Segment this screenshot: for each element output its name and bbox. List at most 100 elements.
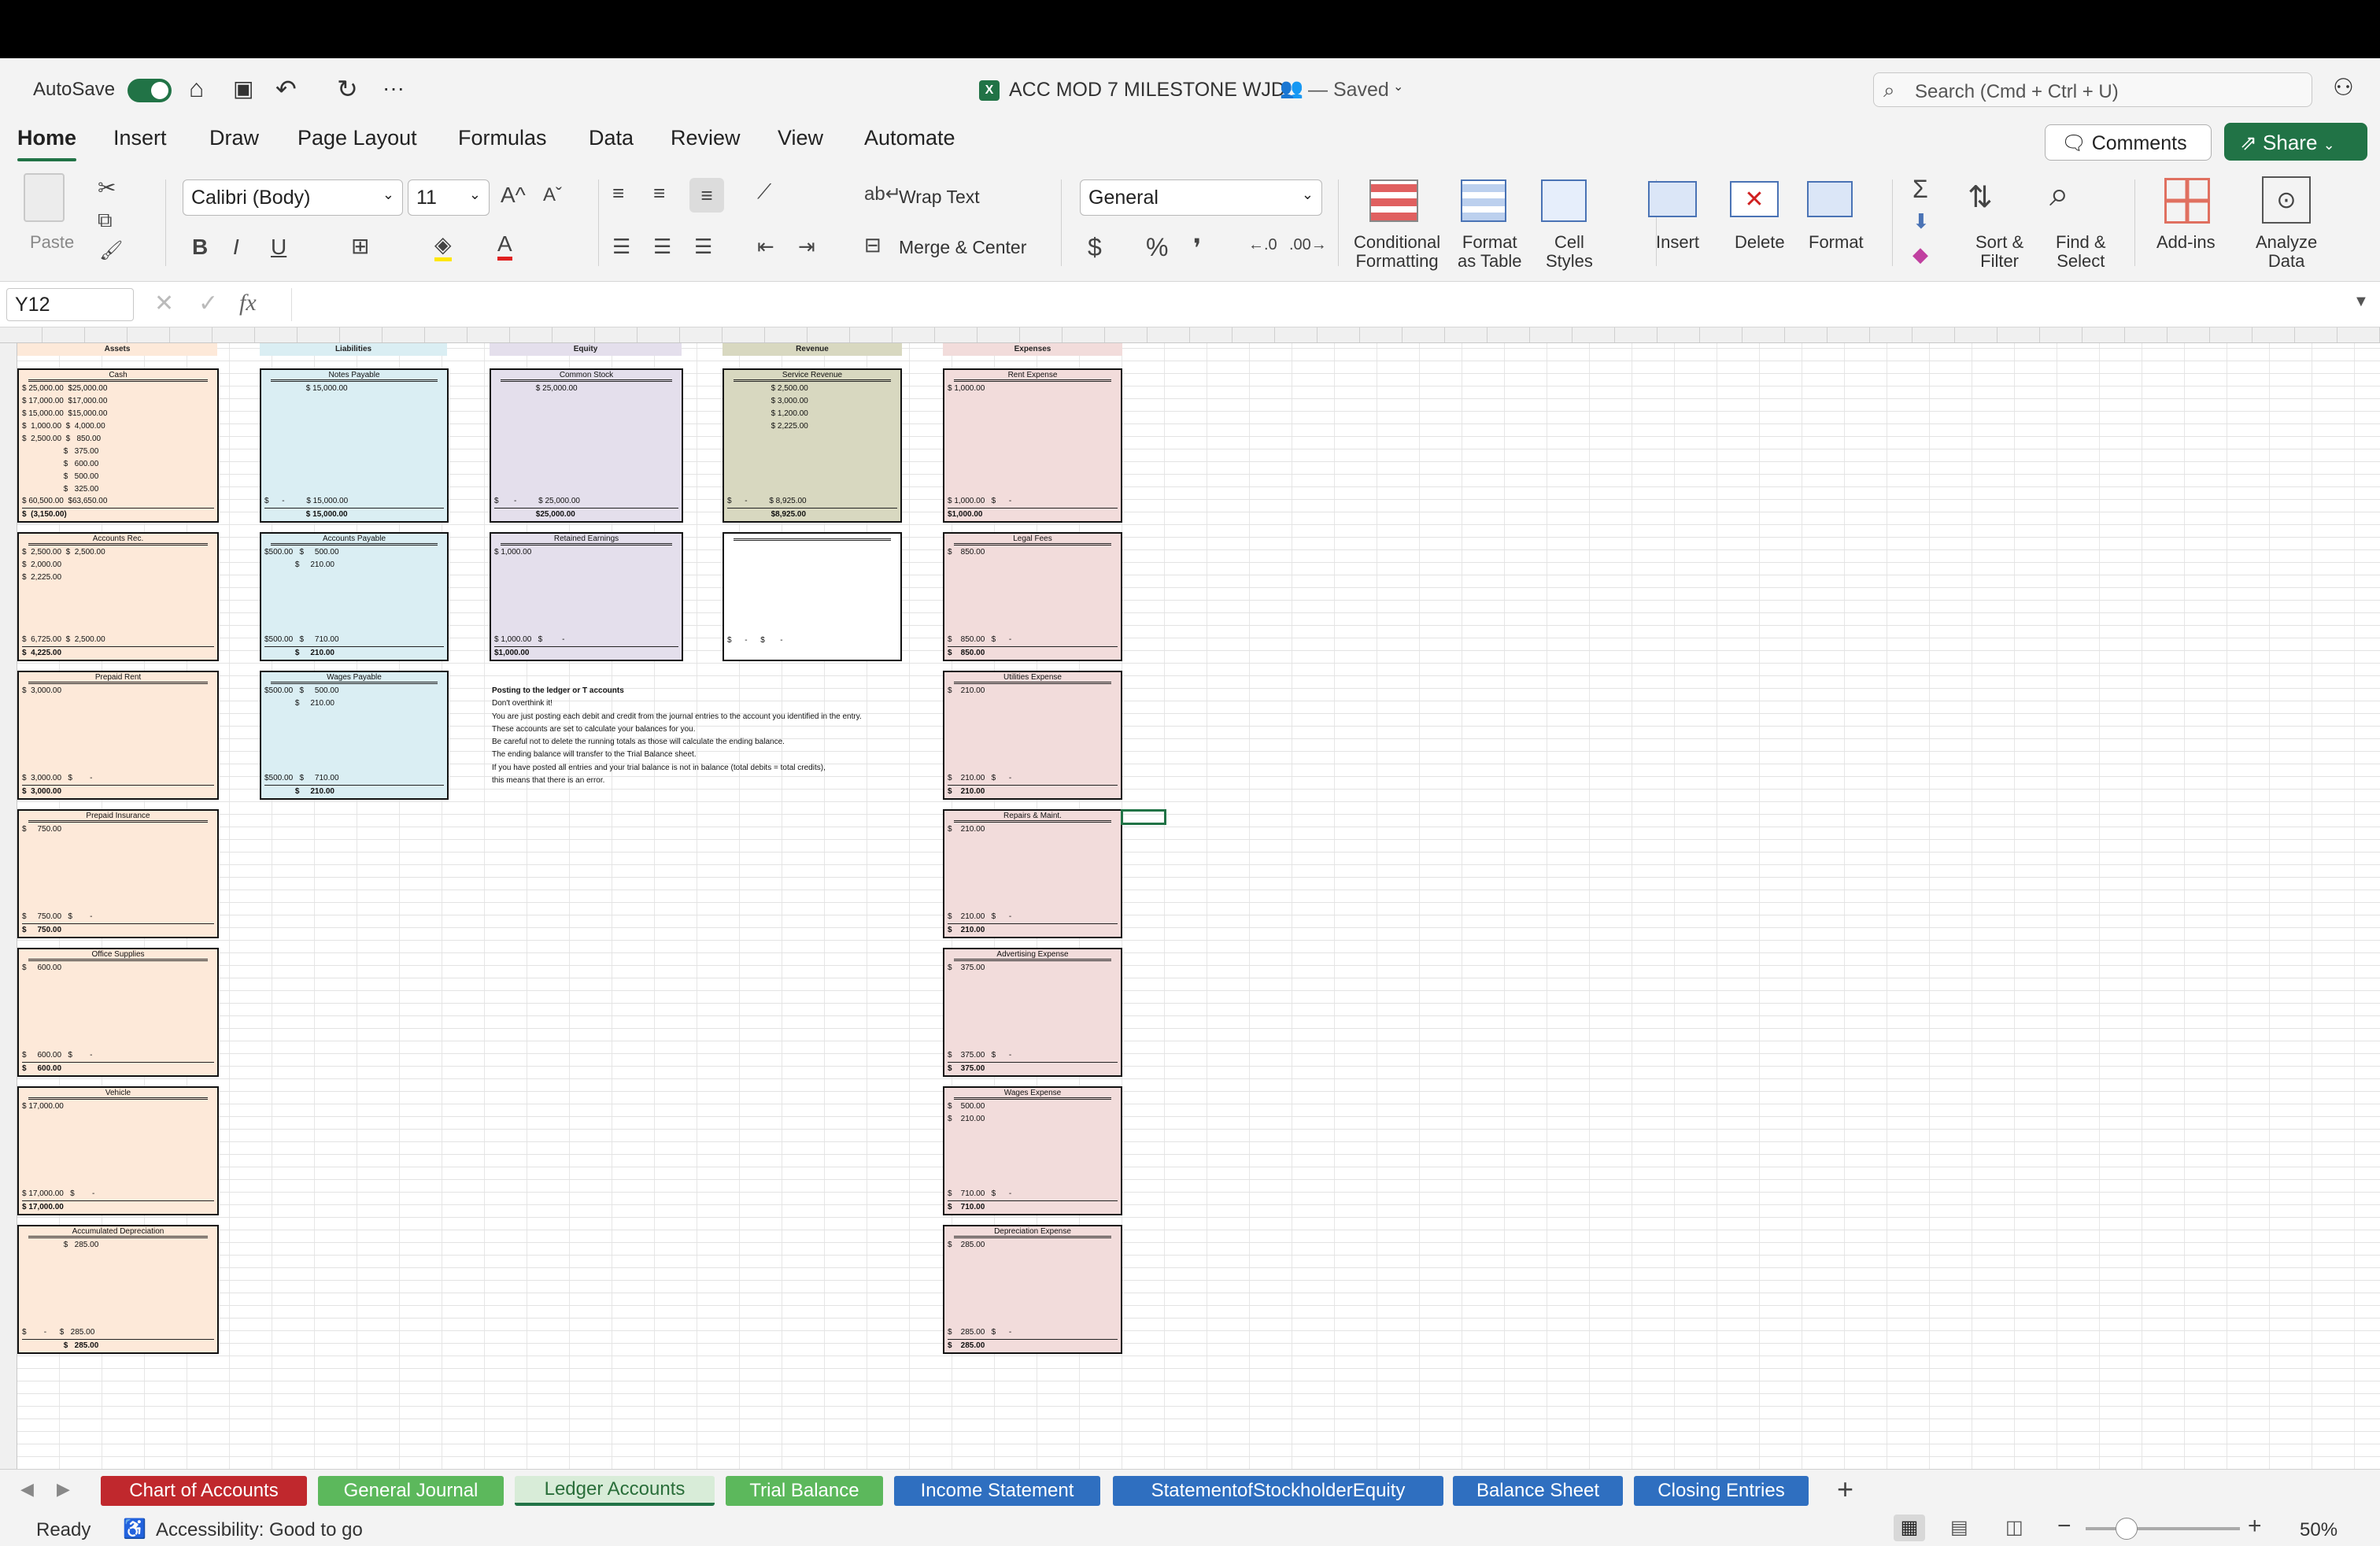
font-name-select[interactable]: Calibri (Body) ⌄ [183,179,403,216]
orientation-icon[interactable]: ⟋ [757,179,771,205]
formula-input[interactable] [291,288,2353,321]
chevron-down-icon[interactable]: ⌄ [2323,137,2335,153]
analyze-data-icon[interactable]: ⊙ [2262,176,2311,224]
tab-view[interactable]: View [778,126,823,150]
paste-button[interactable] [24,173,65,222]
header-assets[interactable]: Assets [17,343,217,356]
autosave-toggle[interactable] [128,79,172,102]
decrease-font-icon[interactable]: Aˇ [543,184,562,206]
t-account-vehicle[interactable]: Vehicle $ 17,000.00 $ 17,000.00 $ - $ 17,… [17,1086,219,1215]
t-account-office-supplies[interactable]: Office Supplies $ 600.00 $ 600.00 $ - $ 6… [17,948,219,1077]
align-middle-icon[interactable]: ≡ [653,181,665,205]
header-equity[interactable]: Equity [490,343,682,356]
cell-styles-icon[interactable] [1541,179,1587,222]
format-painter-icon[interactable]: 🖌 [99,239,123,262]
fill-color-icon[interactable]: ◈ [434,231,452,261]
bold-icon[interactable]: B [192,235,208,260]
comma-icon[interactable]: ❜ [1193,233,1201,263]
format-as-table-button[interactable]: Format as Table [1458,233,1522,271]
sort-filter-button[interactable]: Sort & Filter [1975,233,2023,271]
accessibility-status[interactable]: Accessibility: Good to go [156,1519,363,1541]
tab-automate[interactable]: Automate [864,126,955,150]
scroll-left-icon[interactable]: ◀ [20,1479,34,1500]
t-account-cash[interactable]: Cash $ 25,000.00 $25,000.00 $ 17,000.00 … [17,368,219,523]
t-account-accounts-rec[interactable]: Accounts Rec. $ 2,500.00 $ 2,500.00 $ 2,… [17,532,219,661]
t-account-rent-expense[interactable]: Rent Expense $ 1,000.00 $ 1,000.00 $ - $1… [943,368,1122,523]
tab-data[interactable]: Data [589,126,634,150]
insert-cells-icon[interactable] [1648,181,1697,217]
redo-icon[interactable]: ↻ [337,74,358,104]
increase-decimal-icon[interactable]: ←.0 [1248,236,1277,254]
increase-indent-icon[interactable]: ⇥ [798,235,815,259]
copy-icon[interactable]: ⧉ [98,208,113,233]
row-headers[interactable] [0,343,17,1469]
name-box[interactable]: Y12 [6,288,134,321]
column-headers[interactable] [0,327,2380,343]
header-revenue[interactable]: Revenue [722,343,902,356]
save-icon[interactable]: ▣ [233,76,253,102]
zoom-out-icon[interactable]: − [2057,1513,2071,1540]
zoom-slider[interactable] [2086,1518,2240,1540]
scroll-right-icon[interactable]: ▶ [57,1479,70,1500]
increase-font-icon[interactable]: A^ [501,183,526,208]
search-box[interactable]: ⌕ Search (Cmd + Ctrl + U) [1873,72,2312,107]
accessibility-icon[interactable]: ♿ [123,1518,146,1540]
zoom-in-icon[interactable]: + [2248,1513,2262,1540]
sheet-tab-balance-sheet[interactable]: Balance Sheet [1453,1476,1623,1506]
align-top-icon[interactable]: ≡ [612,181,624,205]
tab-formulas[interactable]: Formulas [458,126,547,150]
header-expenses[interactable]: Expenses [943,343,1122,356]
align-bottom-icon[interactable]: ≡ [689,178,724,213]
align-left-icon[interactable]: ☰ [612,235,630,259]
t-account-repairs-maint[interactable]: Repairs & Maint. $ 210.00 $ 210.00 $ - $ … [943,809,1122,938]
t-account-accounts-payable[interactable]: Accounts Payable $500.00 $ 500.00 $ 210.… [260,532,449,661]
header-liabilities[interactable]: Liabilities [260,343,447,356]
clear-icon[interactable]: ◆ [1913,242,1928,267]
t-account-depreciation-expense[interactable]: Depreciation Expense $ 285.00 $ 285.00 $… [943,1225,1122,1354]
t-account-accumulated-depreciation[interactable]: Accumulated Depreciation $ 285.00 $ - $ … [17,1225,219,1354]
format-cells-button[interactable]: Format [1809,233,1864,252]
share-button[interactable]: ⇗ Share ⌄ [2224,123,2367,161]
italic-icon[interactable]: I [233,235,239,260]
find-select-icon[interactable]: ⌕ [2049,175,2069,214]
number-format-select[interactable]: General ⌄ [1080,179,1322,216]
percent-icon[interactable]: % [1146,233,1168,262]
sheet-tab-ledger-accounts[interactable]: Ledger Accounts [515,1476,715,1506]
t-account-utilities-expense[interactable]: Utilities Expense $ 210.00 $ 210.00 $ - $… [943,671,1122,800]
underline-icon[interactable]: U [271,235,286,260]
add-ins-icon[interactable] [2164,178,2210,224]
tab-insert[interactable]: Insert [113,126,167,150]
cell-styles-button[interactable]: Cell Styles [1546,233,1593,271]
page-layout-view-icon[interactable]: ▤ [1950,1516,1968,1539]
t-account-legal-fees[interactable]: Legal Fees $ 850.00 $ 850.00 $ - $ 850.00 [943,532,1122,661]
t-account-blank[interactable]: $ - $ - [722,532,902,661]
align-right-icon[interactable]: ☰ [694,235,712,259]
enter-icon[interactable]: ✓ [198,290,218,317]
tab-home[interactable]: Home [17,126,77,161]
format-as-table-icon[interactable] [1461,179,1506,222]
t-account-advertising-expense[interactable]: Advertising Expense $ 375.00 $ 375.00 $ … [943,948,1122,1077]
sheet-tab-trial-balance[interactable]: Trial Balance [726,1476,883,1506]
worksheet-grid[interactable]: Assets Liabilities Equity Revenue Expens… [0,327,2380,1469]
decrease-decimal-icon[interactable]: .00→ [1289,236,1327,254]
currency-icon[interactable]: $ [1088,233,1102,262]
tab-page-layout[interactable]: Page Layout [298,126,417,150]
decrease-indent-icon[interactable]: ⇤ [757,235,774,259]
t-account-retained-earnings[interactable]: Retained Earnings $ 1,000.00 $ 1,000.00 … [490,532,683,661]
selected-cell[interactable] [1121,809,1166,825]
undo-icon[interactable]: ↶ [275,74,297,104]
zoom-level[interactable]: 50% [2300,1519,2338,1541]
function-icon[interactable]: fx [239,290,257,316]
home-icon[interactable]: ⌂ [189,74,204,103]
sheet-tab-closing-entries[interactable]: Closing Entries [1634,1476,1809,1506]
t-account-wages-payable[interactable]: Wages Payable $500.00 $ 500.00 $ 210.00 … [260,671,449,800]
format-cells-icon[interactable] [1807,181,1853,217]
merge-center-button[interactable]: Merge & Center [899,238,1026,257]
merge-icon[interactable]: ⊟ [864,233,881,257]
wrap-text-icon[interactable]: ab↵ [864,183,901,205]
sheet-tab-statement-of-stockholder-equity[interactable]: StatementofStockholderEquity [1113,1476,1443,1506]
delete-cells-icon[interactable]: ✕ [1730,181,1779,217]
expand-formula-icon[interactable]: ▼ [2353,293,2369,311]
file-name[interactable]: ACC MOD 7 MILESTONE WJD [1009,79,1285,102]
tab-draw[interactable]: Draw [209,126,259,150]
